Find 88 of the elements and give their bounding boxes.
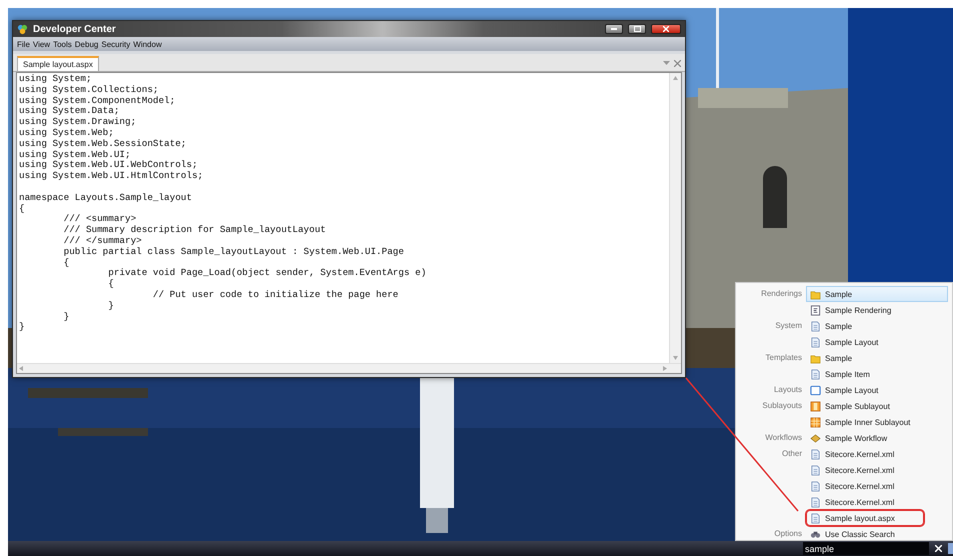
menu-item[interactable]: Debug xyxy=(74,40,98,48)
search-result[interactable]: Sample layout.aspx xyxy=(806,510,924,526)
search-result[interactable]: Sample Rendering xyxy=(806,302,948,318)
document-icon xyxy=(810,480,821,492)
code-line: using System.Web; xyxy=(19,128,115,139)
code-editor[interactable] xyxy=(16,72,682,374)
code-line: /// Summary description for Sample_layoutLayout xyxy=(62,225,327,236)
document-icon xyxy=(810,496,821,508)
search-result[interactable]: Sample Inner Sublayout xyxy=(806,414,948,430)
window-title: Developer Center xyxy=(33,24,117,34)
menu-item[interactable]: Security xyxy=(101,40,130,48)
code-line: using System.Web.UI.HtmlControls; xyxy=(19,171,204,182)
rendering-icon xyxy=(810,304,821,316)
scroll-left-icon[interactable] xyxy=(19,366,23,371)
code-line: using System.Drawing; xyxy=(19,117,138,128)
document-icon xyxy=(810,320,821,332)
search-result[interactable]: Sample Workflow xyxy=(806,430,948,446)
scroll-right-icon[interactable] xyxy=(663,366,667,371)
sublayout-icon xyxy=(810,400,821,412)
code-line: using System.Web.SessionState; xyxy=(19,138,188,150)
category-label: Renderings xyxy=(761,288,802,300)
search-result[interactable]: Sample xyxy=(806,350,948,366)
code-line: using System; xyxy=(19,74,93,85)
code-line: /// <summary> xyxy=(62,214,138,225)
dropdown-icon[interactable] xyxy=(663,61,670,66)
code-line: namespace Layouts.Sample_layout xyxy=(19,192,193,204)
search-field[interactable]: sample xyxy=(803,542,929,555)
menu-item[interactable]: File xyxy=(17,40,30,48)
maximize-button[interactable] xyxy=(628,24,646,34)
horizontal-scrollbar[interactable] xyxy=(17,363,681,373)
code-line: // Put user code to initialize the page here xyxy=(152,290,400,301)
category-label: Options xyxy=(774,528,802,540)
app-logo-icon xyxy=(17,24,28,34)
code-line: { xyxy=(19,204,26,214)
code-line: /// </summary> xyxy=(62,236,143,247)
menu-item[interactable]: Tools xyxy=(53,40,72,48)
search-result[interactable]: Sample xyxy=(806,286,948,302)
editor-tab[interactable]: Sample layout.aspx xyxy=(17,56,99,71)
code-line: { xyxy=(107,279,115,290)
menu-item[interactable]: Window xyxy=(133,40,162,48)
category-label: System xyxy=(775,320,802,332)
search-result[interactable]: Sitecore.Kernel.xml xyxy=(806,478,948,494)
folder-icon xyxy=(810,288,821,300)
menu-item[interactable]: View xyxy=(32,40,50,48)
search-result[interactable]: Sample Layout xyxy=(806,382,948,398)
category-label: Other xyxy=(782,448,802,460)
category-label: Workflows xyxy=(765,432,802,444)
minimize-icon xyxy=(611,28,617,30)
code-line: public partial class Sample_layoutLayout : System.Web.UI.Page xyxy=(62,246,405,258)
maximize-icon xyxy=(634,26,640,32)
clear-icon[interactable] xyxy=(935,545,942,552)
search-result[interactable]: Sample xyxy=(806,318,948,334)
document-icon xyxy=(810,464,821,476)
scroll-down-icon[interactable] xyxy=(673,356,678,360)
document-icon xyxy=(810,368,821,380)
document-icon xyxy=(810,336,821,348)
code-line: using System.ComponentModel; xyxy=(19,96,176,106)
code-line: } xyxy=(62,312,70,322)
scroll-up-icon[interactable] xyxy=(673,76,678,80)
search-result[interactable]: Sample Layout xyxy=(806,334,948,350)
document-icon xyxy=(810,448,821,460)
code-line: using System.Web.UI; xyxy=(19,150,132,160)
search-result[interactable]: Sitecore.Kernel.xml xyxy=(806,462,948,478)
search-result[interactable]: Sample Item xyxy=(806,366,948,382)
minimize-button[interactable] xyxy=(605,24,623,34)
code-line: } xyxy=(107,300,115,312)
category-label: Templates xyxy=(766,352,802,364)
category-label: Layouts xyxy=(774,384,802,396)
category-label: Sublayouts xyxy=(762,400,802,412)
code-line: private void Page_Load(object sender, System.EventArgs e) xyxy=(107,268,428,279)
code-line: using System.Web.UI.WebControls; xyxy=(19,160,199,171)
search-result[interactable]: Sitecore.Kernel.xml xyxy=(806,494,948,510)
window-icon xyxy=(810,384,821,396)
code-line: { xyxy=(62,258,70,268)
search-result[interactable]: Use Classic Search xyxy=(806,526,948,541)
code-line: } xyxy=(19,322,26,334)
close-icon[interactable] xyxy=(674,60,681,67)
code-line: using System.Collections; xyxy=(19,84,160,96)
search-result[interactable]: Sample Sublayout xyxy=(806,398,948,414)
close-icon xyxy=(663,26,669,32)
vertical-scrollbar[interactable] xyxy=(669,73,681,363)
code-line: using System.Data; xyxy=(19,106,120,117)
folder-icon xyxy=(810,352,821,364)
search-result[interactable]: Sitecore.Kernel.xml xyxy=(806,446,948,462)
grid-icon xyxy=(810,416,821,428)
close-button[interactable] xyxy=(651,24,681,34)
workflow-icon xyxy=(810,432,821,444)
document-icon xyxy=(810,512,821,524)
